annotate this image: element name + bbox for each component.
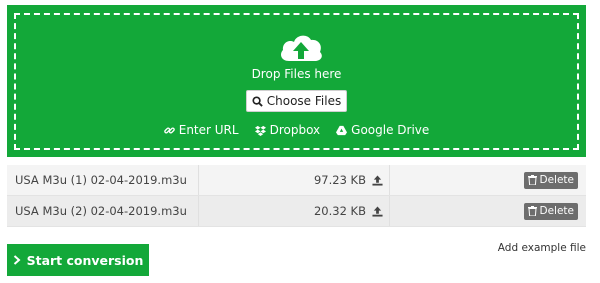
- choose-files-button[interactable]: Choose Files: [246, 90, 347, 112]
- upload-sources: Enter URL Dropbox Google Drive: [7, 123, 586, 137]
- file-list: USA M3u (1) 02-04-2019.m3u 97.23 KB Dele…: [7, 165, 586, 227]
- chevron-right-icon: [13, 255, 21, 265]
- google-drive-icon: [336, 125, 348, 135]
- choose-files-label: Choose Files: [266, 94, 342, 108]
- file-action-cell: Delete: [390, 165, 586, 195]
- delete-label: Delete: [539, 174, 575, 186]
- enter-url-link[interactable]: Enter URL: [163, 123, 239, 137]
- google-drive-link[interactable]: Google Drive: [336, 123, 429, 137]
- enter-url-label: Enter URL: [178, 123, 239, 137]
- cloud-upload-icon: [281, 35, 322, 61]
- file-size-cell: 97.23 KB: [199, 165, 390, 195]
- file-name: USA M3u (2) 02-04-2019.m3u: [7, 196, 199, 226]
- file-size: 97.23 KB: [313, 173, 366, 187]
- delete-button[interactable]: Delete: [523, 202, 578, 220]
- trash-icon: [527, 206, 537, 216]
- start-conversion-label: Start conversion: [26, 252, 144, 268]
- delete-button[interactable]: Delete: [523, 171, 578, 189]
- upload-icon: [372, 174, 383, 186]
- search-icon: [252, 95, 263, 107]
- file-row: USA M3u (2) 02-04-2019.m3u 20.32 KB Dele…: [7, 196, 586, 227]
- start-conversion-button[interactable]: Start conversion: [7, 244, 149, 276]
- file-size-cell: 20.32 KB: [199, 196, 390, 226]
- upload-icon: [372, 205, 383, 217]
- add-example-file-link[interactable]: Add example file: [498, 242, 586, 254]
- file-drop-zone[interactable]: Drop Files here Choose Files Enter URL D…: [7, 5, 586, 157]
- file-row: USA M3u (1) 02-04-2019.m3u 97.23 KB Dele…: [7, 165, 586, 196]
- dropbox-icon: [254, 125, 266, 136]
- trash-icon: [527, 175, 537, 185]
- file-size: 20.32 KB: [313, 204, 366, 218]
- file-action-cell: Delete: [390, 196, 586, 226]
- drop-files-text: Drop Files here: [251, 67, 342, 81]
- dropbox-link[interactable]: Dropbox: [254, 123, 321, 137]
- file-name: USA M3u (1) 02-04-2019.m3u: [7, 165, 199, 195]
- delete-label: Delete: [539, 205, 575, 217]
- link-icon: [163, 126, 175, 134]
- dropbox-label: Dropbox: [269, 123, 321, 137]
- google-drive-label: Google Drive: [351, 123, 430, 137]
